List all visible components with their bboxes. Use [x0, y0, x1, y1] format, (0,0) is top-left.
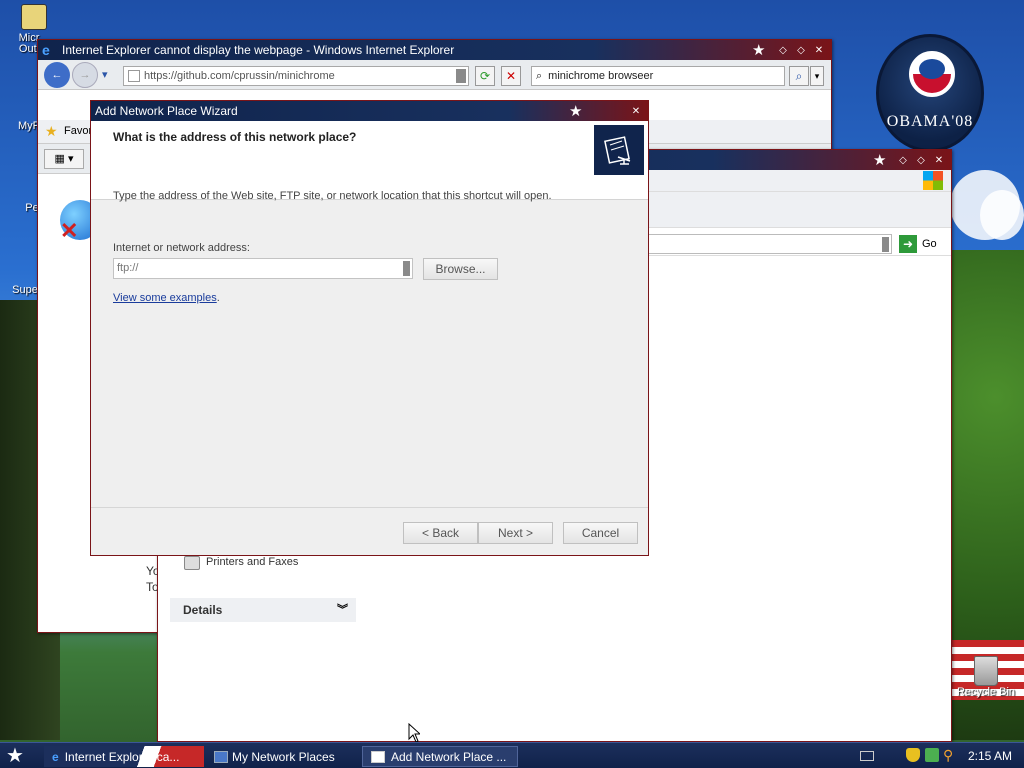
wizard-header: What is the address of this network plac… [91, 121, 648, 200]
campaign-logo: OBAMA'08 [876, 34, 984, 152]
refresh-button[interactable]: ⟳ [475, 66, 495, 86]
ie-logo-icon: e [52, 749, 59, 764]
taskbar-item-internet-explorer[interactable]: e Internet Explorer ca... [44, 746, 204, 767]
desktop-icon-supe[interactable]: Supe [10, 252, 40, 296]
wizard-title: Add Network Place Wizard [95, 104, 238, 118]
search-options-button[interactable]: ▾ [810, 66, 824, 86]
details-panel-header[interactable]: Details ︾ [170, 598, 356, 622]
address-bar[interactable]: https://github.com/cprussin/minichrome [123, 66, 469, 86]
network-address-value: ftp:// [117, 262, 139, 274]
taskbar-item-my-network-places[interactable]: My Network Places [206, 746, 356, 767]
minimize-button[interactable]: ◇ [775, 43, 791, 57]
maximize-button[interactable]: ◇ [793, 43, 809, 57]
printer-icon [184, 556, 200, 570]
desktop-icon-recycle-bin[interactable]: Recycle Bin [948, 656, 1024, 698]
ie-logo-icon: e [42, 42, 50, 58]
minimize-button[interactable]: ◇ [895, 153, 911, 167]
explorer-address-input[interactable] [648, 234, 892, 254]
star-icon: ★ [873, 152, 887, 169]
wizard-window-icon [371, 750, 385, 763]
network-tray-icon[interactable] [925, 748, 939, 762]
add-network-place-wizard[interactable]: Add Network Place Wizard ★ ✕ What is the… [90, 100, 649, 556]
taskbar-item-add-network-place[interactable]: Add Network Place ... [362, 746, 518, 767]
next-button[interactable]: Next > [478, 522, 553, 544]
star-icon: ★ [569, 103, 583, 120]
input-scroll-thumb [403, 261, 410, 276]
address-scroll-thumb [456, 69, 466, 83]
quick-tabs-button[interactable]: ▦ ▾ [44, 149, 84, 169]
wizard-description: Type the address of the Web site, FTP si… [113, 190, 552, 202]
forward-button[interactable]: → [72, 61, 98, 88]
recycle-bin-icon [974, 656, 998, 686]
page-icon [128, 70, 140, 82]
favorites-label[interactable]: Favor [64, 125, 92, 137]
close-button[interactable]: ✕ [628, 104, 644, 118]
ie-titlebar[interactable]: e Internet Explorer cannot display the w… [38, 40, 831, 60]
back-button[interactable]: < Back [403, 522, 478, 544]
favorites-star-icon: ★ [45, 123, 58, 139]
address-scroll-thumb [882, 237, 889, 252]
stop-button[interactable]: ✕ [501, 66, 521, 86]
search-icon: ⌕ [536, 69, 543, 82]
go-arrow-icon[interactable]: ➜ [899, 235, 917, 253]
network-address-input[interactable]: ftp:// [113, 258, 413, 279]
address-field-label: Internet or network address: [113, 242, 250, 254]
outlook-icon [21, 4, 47, 30]
network-folder-icon [594, 125, 644, 175]
examples-link-row: View some examples. [113, 292, 220, 304]
view-examples-link[interactable]: View some examples [113, 292, 217, 304]
shield-icon[interactable] [906, 748, 920, 762]
wizard-separator [91, 507, 648, 508]
back-button[interactable]: ← [44, 61, 70, 88]
search-tray-icon[interactable]: ⚲ [943, 748, 957, 762]
details-label: Details [183, 603, 223, 617]
network-places-icon [214, 750, 228, 763]
wizard-titlebar[interactable]: Add Network Place Wizard ★ ✕ [91, 101, 648, 121]
start-star-button[interactable]: ★ [6, 743, 24, 768]
windows-flag-icon [923, 171, 943, 190]
printers-and-faxes-link[interactable]: Printers and Faxes [206, 556, 298, 568]
logo-emblem-icon [909, 51, 955, 97]
close-button[interactable]: ✕ [931, 153, 947, 167]
star-icon: ★ [752, 42, 766, 59]
browse-button[interactable]: Browse... [423, 258, 498, 280]
ie-window-title: Internet Explorer cannot display the web… [62, 43, 455, 57]
cancel-button[interactable]: Cancel [563, 522, 638, 544]
examples-period: . [216, 292, 220, 304]
close-button[interactable]: ✕ [811, 43, 827, 57]
search-input[interactable]: ⌕ minichrome browseer [531, 66, 785, 86]
go-button[interactable]: Go [922, 238, 937, 250]
history-dropdown-icon[interactable]: ▾ [102, 68, 108, 81]
taskbar: ★ e Internet Explorer ca... My Network P… [0, 742, 1024, 768]
maximize-button[interactable]: ◇ [913, 153, 929, 167]
search-go-button[interactable]: ⌕ [789, 66, 809, 86]
wizard-heading: What is the address of this network plac… [113, 130, 357, 144]
clock: 2:15 AM [968, 749, 1013, 763]
keyboard-icon[interactable] [860, 751, 874, 761]
chevron-down-icon[interactable]: ︾ [337, 601, 348, 617]
